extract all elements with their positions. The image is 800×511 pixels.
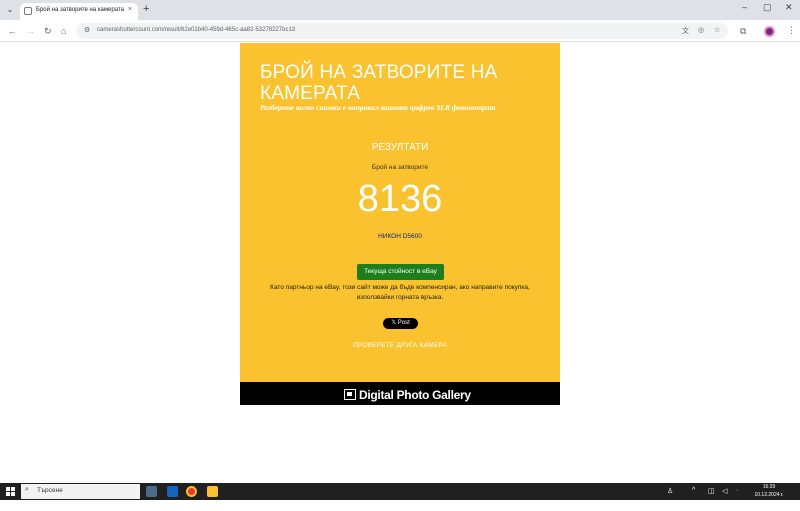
search-icon: ⌕ — [25, 486, 29, 493]
affiliate-disclaimer: Като партньор на eBay, този сайт може да… — [270, 284, 530, 301]
site-info-icon[interactable]: ⚙ — [84, 26, 90, 34]
network-icon[interactable]: ◫ — [708, 487, 715, 495]
tray-overflow-icon[interactable]: ^ — [692, 487, 695, 494]
profile-avatar[interactable] — [764, 26, 775, 37]
clock-date: 10.12.2024 г. — [754, 492, 784, 498]
home-icon[interactable]: ⌂ — [61, 25, 66, 37]
eye-off-icon[interactable]: ◎ — [698, 26, 704, 34]
digital-photo-gallery-logo[interactable]: Digital Photo Gallery — [344, 386, 471, 402]
tab-close-icon[interactable]: × — [128, 6, 132, 13]
shutter-count-label: Брой на затворите — [371, 164, 429, 171]
bottom-strip — [0, 500, 800, 511]
volume-icon[interactable]: ◁ — [722, 487, 727, 495]
tab-search-icon[interactable]: ⌄ — [4, 4, 16, 16]
result-card: БРОЙ НА ЗАТВОРИТЕ НА КАМЕРАТА Разберете … — [240, 43, 560, 405]
chrome-browser-icon[interactable] — [186, 486, 197, 497]
card-footer: Digital Photo Gallery — [240, 382, 560, 405]
maximize-icon[interactable]: ▢ — [763, 2, 772, 13]
extensions-icon[interactable]: ⧉ — [740, 26, 746, 37]
task-view-icon[interactable] — [146, 486, 157, 497]
clock-time: 16:39 — [762, 484, 776, 490]
browser-toolbar: ← → ↻ ⌂ ⚙ camerashuttercount.com/result/… — [0, 20, 800, 42]
file-explorer-icon[interactable] — [207, 486, 218, 497]
tab-favicon-icon — [24, 7, 32, 15]
new-tab-button[interactable]: + — [143, 3, 149, 15]
camera-model: НИКОН D5600 — [378, 233, 422, 240]
photo-gallery-logo-icon — [344, 389, 356, 401]
minimize-icon[interactable]: – — [742, 2, 747, 12]
back-icon[interactable]: ← — [8, 25, 17, 37]
address-bar[interactable]: ⚙ camerashuttercount.com/result/62e01b40… — [76, 23, 728, 39]
page-title: БРОЙ НА ЗАТВОРИТЕ НА КАМЕРАТА — [260, 62, 498, 104]
browser-menu-icon[interactable]: ⋮ — [787, 25, 796, 36]
bookmark-star-icon[interactable]: ☆ — [714, 26, 720, 34]
check-another-camera-link[interactable]: ПРОВЕРЕТЕ ДРУГА КАМЕРА — [240, 342, 560, 349]
window-close-icon[interactable]: ✕ — [785, 2, 793, 13]
forward-icon[interactable]: → — [26, 25, 35, 37]
results-heading: РЕЗУЛТАТИ — [371, 142, 429, 153]
taskbar-search-placeholder: Търсене — [37, 487, 63, 494]
page-subtitle: Разберете колко снимки е направил вашият… — [260, 103, 496, 112]
language-icon[interactable]: · — [736, 487, 738, 494]
browser-tab-strip: ⌄ Брой на затворите на камерата × + – ▢ … — [0, 0, 800, 20]
taskbar-search-box[interactable]: ⌕ Търсене — [21, 484, 140, 499]
url-text[interactable]: camerashuttercount.com/result/62e01b40-4… — [97, 27, 295, 33]
person-tray-icon[interactable]: ♙ — [667, 487, 673, 495]
shutter-count-value: 8136 — [357, 178, 443, 220]
reload-icon[interactable]: ↻ — [44, 25, 52, 37]
x-post-button[interactable]: 𝕏 Post — [383, 318, 418, 329]
ebay-value-button[interactable]: Текуща стойност в eBay — [357, 264, 444, 280]
start-menu-icon[interactable] — [6, 487, 15, 496]
taskbar-clock[interactable]: 16:39 10.12.2024 г. — [752, 483, 786, 499]
active-tab[interactable]: Брой на затворите на камерата × — [20, 3, 138, 20]
translate-icon[interactable]: 文 — [682, 26, 689, 36]
logo-text: Digital Photo Gallery — [359, 387, 471, 402]
edge-browser-icon[interactable] — [167, 486, 178, 497]
tab-title: Брой на затворите на камерата — [36, 7, 124, 13]
windows-taskbar: ⌕ Търсене ♙ ^ ◫ ◁ · 16:39 10.12.2024 г. — [0, 483, 800, 500]
